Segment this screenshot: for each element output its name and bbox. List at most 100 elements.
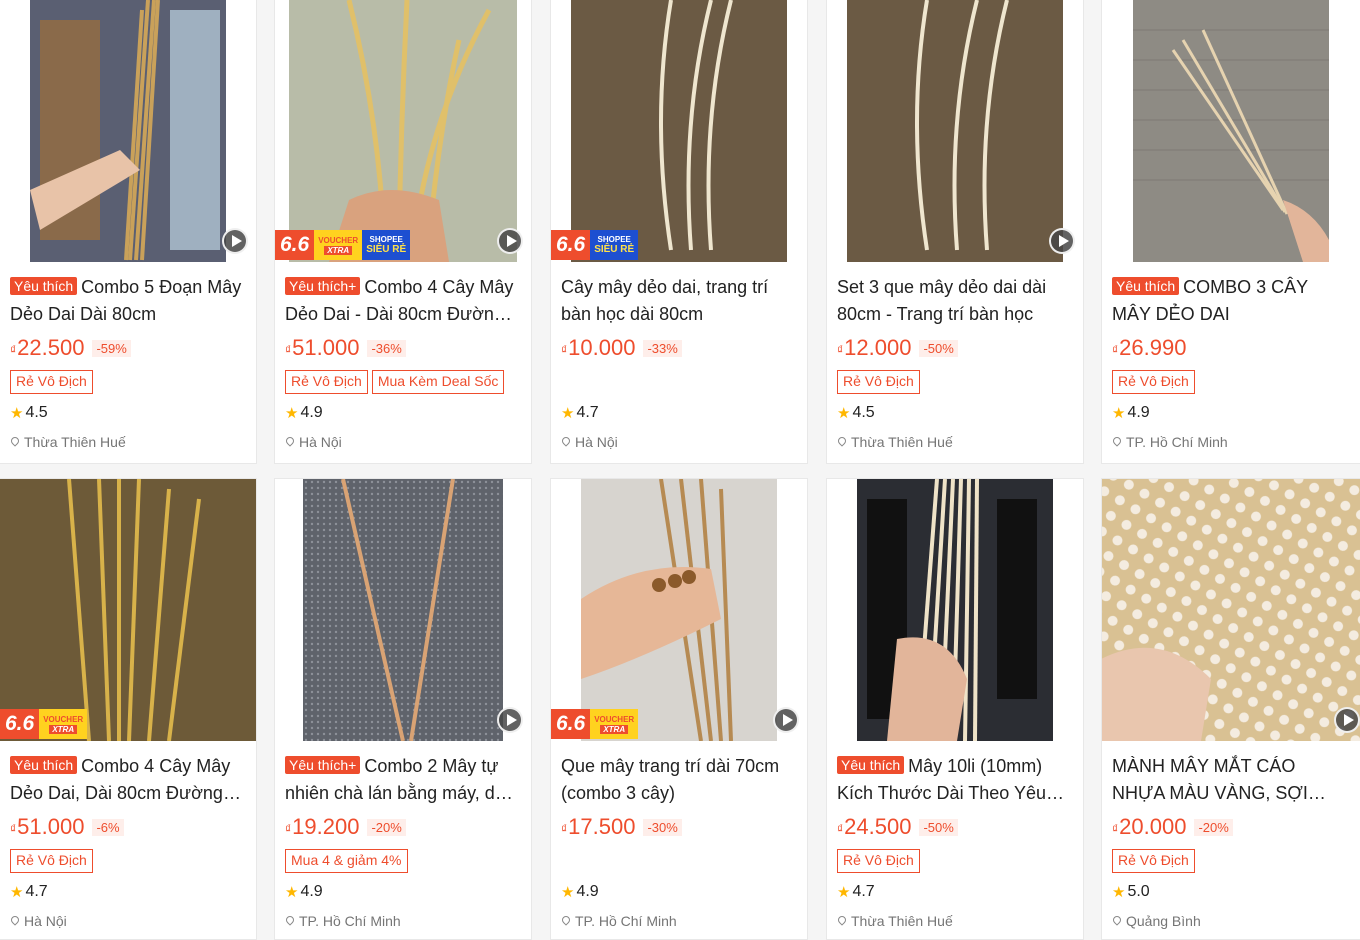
product-card[interactable]: MÀNH MÂY MẮT CÁO NHỰA MÀU VÀNG, SỢI MÂY … [1101,478,1360,940]
play-video-icon[interactable] [222,228,248,254]
product-price: 51.000 [17,814,85,839]
product-card[interactable]: 6.6 SHOPEE SIÊU RẺ Cây mây dẻo dai, trang… [550,0,808,464]
promo-banner: 6.6 VOUCHER XTRA [551,709,639,739]
product-thumbnail[interactable]: 6.6 VOUCHER XTRA SHOPEE SIÊU RẺ [275,0,531,262]
shopee-sieure-badge: SHOPEE SIÊU RẺ [590,230,639,260]
product-thumbnail[interactable] [0,0,256,262]
favorite-badge: Yêu thích [10,277,78,295]
discount-badge: -20% [367,818,406,836]
price-row: ₫ 10.000 -33% [561,335,797,361]
location-pin-icon [836,914,848,926]
location-pin-icon [284,435,296,447]
rating: ★ 4.5 [10,404,48,422]
location-pin-icon [9,435,21,447]
product-card[interactable]: Yêu thích COMBO 3 CÂY MÂY DẺO DAI ₫ 26.990… [1101,0,1360,464]
product-title[interactable]: Cây mây dẻo dai, trang trí bàn học dài 8… [561,274,797,328]
product-card[interactable]: 6.6 VOUCHER XTRA Que mây trang trí dài 70… [550,478,808,940]
product-thumbnail[interactable] [1102,479,1360,741]
product-price: 17.500 [568,814,636,839]
voucher-xtra-badge: VOUCHER XTRA [590,709,639,739]
product-thumbnail[interactable] [1102,0,1360,262]
favorite-badge: Yêu thích [10,756,78,774]
product-title[interactable]: Yêu thích Mây 10li (10mm) Kích Thước Dài … [837,753,1073,807]
deal-tag: Rẻ Vô Địch [837,849,920,873]
product-price: 26.990 [1119,335,1187,360]
product-card[interactable]: Yêu thích Combo 5 Đoạn Mây Dẻo Dai Dài 80… [0,0,257,464]
product-price: 20.000 [1119,814,1187,839]
tag-row: Rẻ Vô Địch [837,849,1073,873]
product-thumbnail[interactable] [827,0,1083,262]
play-video-icon[interactable] [773,707,799,733]
product-title[interactable]: Yêu thích Combo 5 Đoạn Mây Dẻo Dai Dài 80… [10,274,246,328]
tag-row: Rẻ Vô Địch [10,370,246,394]
star-icon: ★ [1112,405,1126,422]
product-title[interactable]: Que mây trang trí dài 70cm (combo 3 cây) [561,753,797,807]
product-thumbnail[interactable] [827,479,1083,741]
star-icon: ★ [561,405,575,422]
product-thumbnail[interactable]: 6.6 VOUCHER XTRA [0,479,256,741]
rating: ★ 4.7 [561,404,599,422]
product-title[interactable]: Yêu thích+ Combo 4 Cây Mây Dẻo Dai - Dài … [285,274,521,328]
location: TP. Hồ Chí Minh [560,913,677,929]
price-row: ₫ 19.200 -20% [285,814,521,840]
product-card[interactable]: Yêu thích+ Combo 2 Mây tự nhiên chà lán b… [274,478,532,940]
price-row: ₫ 20.000 -20% [1112,814,1350,840]
promo-banner: 6.6 SHOPEE SIÊU RẺ [551,230,639,260]
deal-tag: Rẻ Vô Địch [10,849,93,873]
star-icon: ★ [285,405,299,422]
product-title[interactable]: Set 3 que mây dẻo dai dài 80cm - Trang t… [837,274,1073,328]
play-video-icon[interactable] [497,707,523,733]
discount-badge: -30% [643,818,682,836]
product-title[interactable]: Yêu thích+ Combo 2 Mây tự nhiên chà lán b… [285,753,521,807]
product-image [847,0,1063,262]
deal-tag: Mua 4 & giảm 4% [285,849,408,873]
location: TP. Hồ Chí Minh [284,913,401,929]
star-icon: ★ [561,884,575,901]
rating: ★ 4.9 [1112,404,1150,422]
deal-tag: Rẻ Vô Địch [837,370,920,394]
product-image [30,0,226,262]
location-pin-icon [9,914,21,926]
product-title[interactable]: Yêu thích COMBO 3 CÂY MÂY DẺO DAI [1112,274,1350,328]
play-video-icon[interactable] [1049,228,1075,254]
location: Thừa Thiên Huế [836,913,953,929]
rating: ★ 5.0 [1112,883,1150,901]
product-title[interactable]: MÀNH MÂY MẮT CÁO NHỰA MÀU VÀNG, SỢI MÂY … [1112,753,1350,807]
product-image [289,0,517,262]
location-pin-icon [284,914,296,926]
location-pin-icon [1111,914,1123,926]
product-card[interactable]: Set 3 que mây dẻo dai dài 80cm - Trang t… [826,0,1084,464]
product-image [581,479,777,741]
product-price: 19.200 [292,814,360,839]
product-thumbnail[interactable]: 6.6 VOUCHER XTRA [551,479,807,741]
shopee-sieure-badge: SHOPEE SIÊU RẺ [362,230,411,260]
star-icon: ★ [837,884,851,901]
product-card[interactable]: 6.6 VOUCHER XTRA SHOPEE SIÊU RẺ Yêu thích+… [274,0,532,464]
price-row: ₫ 51.000 -6% [10,814,246,840]
location: Quảng Bình [1111,913,1201,929]
product-card[interactable]: Yêu thích Mây 10li (10mm) Kích Thước Dài … [826,478,1084,940]
product-thumbnail[interactable] [275,479,531,741]
price-row: ₫ 22.500 -59% [10,335,246,361]
play-video-icon[interactable] [497,228,523,254]
rating: ★ 4.9 [561,883,599,901]
product-card[interactable]: 6.6 VOUCHER XTRA Yêu thích Combo 4 Cây Mây… [0,478,257,940]
deal-tag: Mua Kèm Deal Sốc [371,370,505,394]
location: Hà Nội [9,913,67,929]
play-video-icon[interactable] [1334,707,1360,733]
deal-tag: Rẻ Vô Địch [1112,849,1195,873]
location: Thừa Thiên Huế [836,434,953,450]
voucher-xtra-badge: VOUCHER XTRA [39,709,88,739]
product-price: 51.000 [292,335,360,360]
product-title[interactable]: Yêu thích Combo 4 Cây Mây Dẻo Dai, Dài 80… [10,753,246,807]
product-thumbnail[interactable]: 6.6 SHOPEE SIÊU RẺ [551,0,807,262]
voucher-xtra-badge: VOUCHER XTRA [314,230,363,260]
deal-tag: Rẻ Vô Địch [1112,370,1195,394]
price-row: ₫ 17.500 -30% [561,814,797,840]
product-price: 24.500 [844,814,912,839]
product-image [1102,479,1360,741]
rating: ★ 4.9 [285,883,323,901]
star-icon: ★ [1112,884,1126,901]
deal-tag: Rẻ Vô Địch [10,370,93,394]
discount-badge: -50% [919,339,958,357]
